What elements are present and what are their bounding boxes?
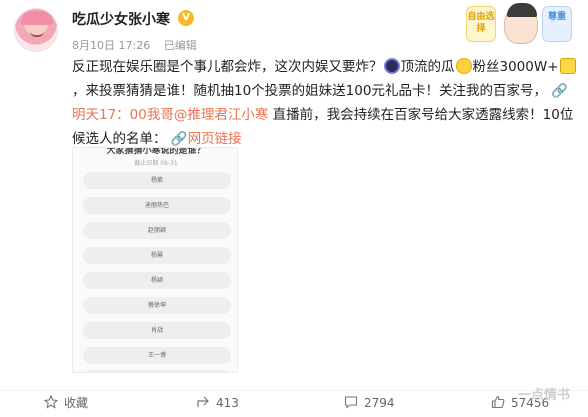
link-icon: 🔗 xyxy=(551,83,569,99)
poll-title: 大家猜猜小寒说的是谁？ xyxy=(106,147,206,156)
post-text: 粉丝3000W+ xyxy=(472,59,559,75)
web-link-icon: 🔗 xyxy=(170,131,188,147)
poll-subtitle: 截止日期 08-31 xyxy=(134,160,178,167)
post-text: 顶流的瓜 xyxy=(400,59,455,75)
poll-option[interactable]: 迪丽热巴 xyxy=(83,197,231,214)
poll-option[interactable]: 杨洋 xyxy=(83,370,231,372)
sticker-right-bubble: 尊重 xyxy=(542,6,572,42)
comment-button[interactable]: 2794 xyxy=(344,395,395,411)
poll-option[interactable]: 肖战 xyxy=(83,322,231,339)
poll-option[interactable]: 王一博 xyxy=(83,347,231,364)
verified-badge-icon: V xyxy=(178,10,194,26)
scream-emoji-icon xyxy=(383,58,400,74)
favorite-label: 收藏 xyxy=(64,396,89,410)
poll-option[interactable]: 杨紫 xyxy=(83,172,231,189)
watermark-text: 一点情书 xyxy=(518,388,571,403)
post-text: 反正现在娱乐圈是个事儿都会炸，这次内娱又要炸？ xyxy=(72,59,383,75)
star-icon xyxy=(44,395,58,409)
action-bar: 收藏 413 2794 57456 xyxy=(0,390,588,414)
share-count: 413 xyxy=(216,396,239,410)
edited-label[interactable]: 已编辑 xyxy=(164,39,197,52)
poll-image[interactable]: 大家猜猜小寒说的是谁？ 截止日期 08-31 杨紫 迪丽热巴 赵丽颖 杨幂 杨颖… xyxy=(72,147,238,373)
money-emoji-icon xyxy=(559,58,576,74)
share-icon xyxy=(197,396,209,407)
poll-option[interactable]: 蔡徐坤 xyxy=(83,297,231,314)
post-username[interactable]: 吃瓜少女张小寒 xyxy=(72,9,170,29)
poll-option[interactable]: 杨颖 xyxy=(83,272,231,289)
comment-count: 2794 xyxy=(364,396,395,410)
favorite-button[interactable]: 收藏 xyxy=(44,395,88,411)
share-button[interactable]: 413 xyxy=(196,395,239,411)
post-content: 反正现在娱乐圈是个事儿都会炸，这次内娱又要炸？ 顶流的瓜 粉丝3000W+ ，来投票猜… xyxy=(72,55,578,151)
post-date[interactable]: 8月10日 17:26 xyxy=(72,39,150,52)
comment-icon xyxy=(344,396,358,409)
web-link[interactable]: 网页链接 xyxy=(188,131,242,147)
sticker-face-icon xyxy=(504,3,538,44)
post-text: ，来投票猜猜是谁！随机抽10个投票的姐妹送100元礼品卡！关注我的百家号， xyxy=(72,83,547,99)
poll-option[interactable]: 杨幂 xyxy=(83,247,231,264)
laugh-emoji-icon xyxy=(455,58,472,74)
thumbs-up-icon xyxy=(491,395,505,409)
card-sticker: 自由选择 尊重 xyxy=(466,2,576,48)
sticker-left-bubble: 自由选择 xyxy=(466,6,496,42)
post-meta: 8月10日 17:26 已编辑 xyxy=(72,37,207,53)
avatar[interactable] xyxy=(14,8,58,52)
poll-option[interactable]: 赵丽颖 xyxy=(83,222,231,239)
mention-link[interactable]: 明天17：00我哥@推理君江小寒 xyxy=(72,107,268,123)
